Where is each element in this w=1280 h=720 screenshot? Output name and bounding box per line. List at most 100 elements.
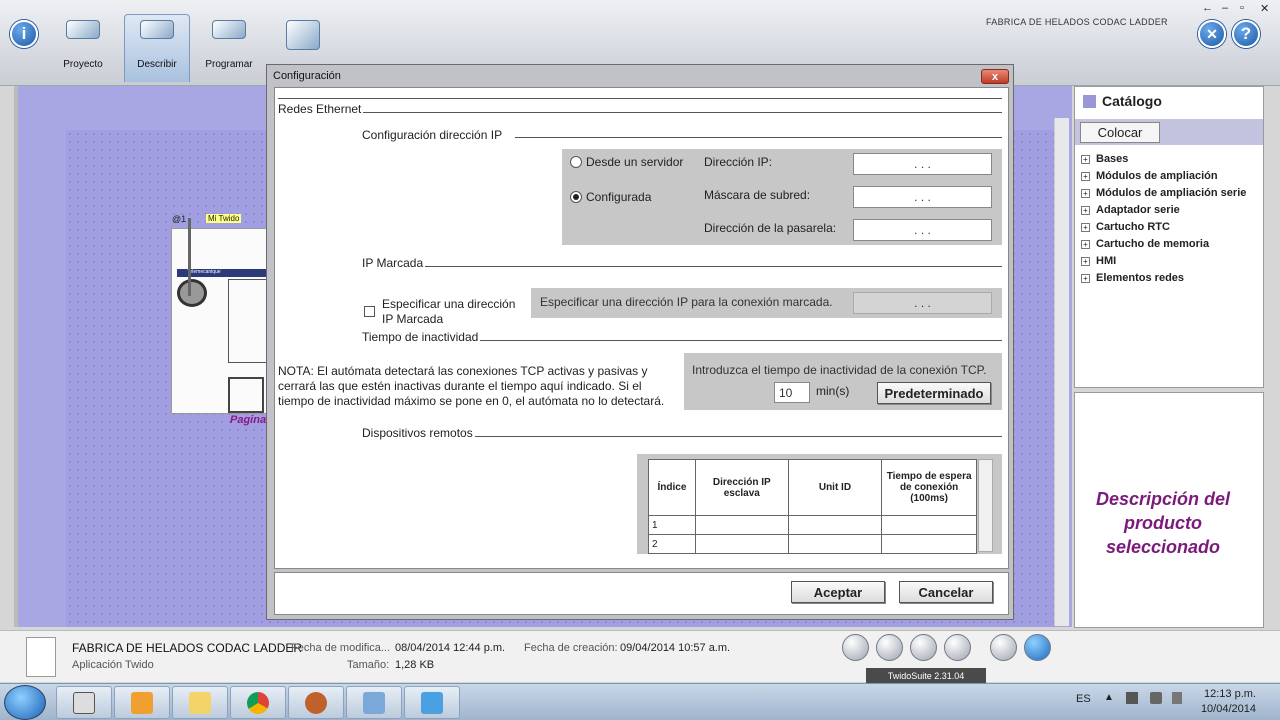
gateway-field[interactable]: . . . [853, 219, 992, 241]
dialed-ip-field[interactable]: . . . [853, 292, 992, 314]
volume-icon[interactable] [1150, 692, 1162, 704]
table-scrollbar[interactable] [978, 459, 993, 552]
catalog-item-cartucho-memoria[interactable]: + Cartucho de memoria [1081, 238, 1209, 250]
project-info-bar: FABRICA DE HELADOS CODAC LADDER Aplicaci… [0, 630, 1280, 682]
page-label: Pagina [230, 414, 267, 426]
table-cell[interactable] [694, 534, 789, 554]
dialed-ip-checkbox[interactable] [364, 306, 375, 317]
project-type: Aplicación Twido [72, 659, 154, 671]
catalog-item-cartucho-rtc[interactable]: + Cartucho RTC [1081, 221, 1170, 233]
table-cell[interactable] [787, 534, 883, 554]
taskbar-twidosuite[interactable] [346, 686, 402, 719]
subnet-mask-field[interactable]: . . . [853, 186, 992, 208]
power-icon[interactable] [1172, 692, 1182, 704]
table-cell[interactable] [881, 515, 977, 535]
taskbar-explorer[interactable] [172, 686, 228, 719]
cancel-button[interactable]: Cancelar [899, 581, 993, 603]
clock-date[interactable]: 10/04/2014 [1200, 703, 1256, 715]
table-row[interactable]: 1 [648, 515, 977, 535]
plc-label[interactable]: Mi Twido [206, 214, 242, 223]
programar-icon [212, 20, 246, 39]
tab-programar[interactable]: Programar [204, 18, 254, 70]
catalog-item-hmi[interactable]: + HMI [1081, 255, 1116, 267]
clock-time[interactable]: 12:13 p.m. [1200, 688, 1256, 700]
table-header: Unit ID [787, 459, 883, 516]
section-ethernet: Redes Ethernet [278, 102, 364, 116]
tools-icon[interactable]: ✕ [1198, 20, 1226, 48]
table-cell[interactable] [881, 534, 977, 554]
catalog-item-modulos-ampliacion[interactable]: + Módulos de ampliación [1081, 170, 1218, 182]
tray-arrow-icon[interactable]: ▲ [1104, 692, 1114, 703]
dialog-close-icon[interactable]: x [981, 69, 1009, 84]
workspace-scrollbar[interactable] [1054, 118, 1069, 626]
radio-circle-selected[interactable] [570, 191, 582, 203]
catalog-icon [1083, 94, 1096, 108]
expand-icon[interactable]: + [1081, 239, 1090, 249]
radio-from-server[interactable]: Desde un servidor [570, 155, 683, 169]
tools-nav-icon[interactable] [990, 634, 1017, 661]
section-dialed-ip: IP Marcada [362, 256, 424, 270]
twidosuite-icon [363, 691, 385, 714]
catalog-title: Catálogo [1083, 93, 1162, 109]
back-window-icon[interactable]: ← [1202, 2, 1213, 14]
help-icon[interactable]: ? [1232, 20, 1260, 48]
timeout-unit: min(s) [816, 384, 850, 398]
radio-configured[interactable]: Configurada [570, 190, 651, 204]
plc-device[interactable]: Telemecanique [171, 228, 271, 414]
taskbar-media-player[interactable] [114, 686, 170, 719]
ethernet-connector-icon [177, 279, 207, 307]
version-label: TwidoSuite 2.31.04 [866, 668, 986, 684]
dialog-footer: Aceptar Cancelar [274, 572, 1009, 615]
table-cell[interactable]: 1 [648, 515, 696, 535]
catalog-item-bases[interactable]: + Bases [1081, 153, 1128, 165]
expand-icon[interactable]: + [1081, 188, 1090, 198]
radio-circle[interactable] [570, 156, 582, 168]
description-panel: Descripción del producto seleccionado [1074, 392, 1264, 628]
app-title: FABRICA DE HELADOS CODAC LADDER [986, 17, 1168, 27]
plc-brand: Telemecanique [177, 269, 271, 277]
tab-describir[interactable]: Describir [132, 18, 182, 70]
table-row[interactable]: 2 [648, 534, 977, 554]
expand-icon[interactable]: + [1081, 256, 1090, 266]
transfer-icon[interactable] [944, 634, 971, 661]
product-description: Descripción del producto seleccionado [1095, 489, 1231, 557]
catalog-item-elementos-redes[interactable]: + Elementos redes [1081, 272, 1184, 284]
taskbar-chrome[interactable] [230, 686, 286, 719]
timeout-input[interactable]: 10 [774, 382, 810, 403]
tab-depurar[interactable] [278, 18, 328, 70]
default-button[interactable]: Predeterminado [877, 382, 991, 404]
network-icon[interactable] [1126, 692, 1138, 704]
info-icon[interactable]: i [10, 20, 38, 48]
table-cell[interactable] [787, 515, 883, 535]
table-cell[interactable] [694, 515, 789, 535]
taskbar-glove[interactable] [288, 686, 344, 719]
save-icon[interactable] [910, 634, 937, 661]
expand-icon[interactable]: + [1081, 154, 1090, 164]
plc-module [228, 279, 268, 363]
document-icon[interactable] [1024, 634, 1051, 661]
close-window-icon[interactable]: ✕ [1260, 2, 1269, 15]
maximize-icon[interactable]: ▫ [1240, 2, 1244, 14]
tab-proyecto[interactable]: Proyecto [58, 18, 108, 70]
calculator-icon [73, 691, 95, 714]
table-header: Tiempo de espera de conexión (100ms) [881, 459, 977, 516]
catalog-item-adaptador-serie[interactable]: + Adaptador serie [1081, 204, 1180, 216]
forward-nav-icon[interactable] [876, 634, 903, 661]
taskbar-calculator[interactable] [56, 686, 112, 719]
expand-icon[interactable]: + [1081, 205, 1090, 215]
table-cell[interactable]: 2 [648, 534, 696, 554]
expand-icon[interactable]: + [1081, 222, 1090, 232]
colocar-button[interactable]: Colocar [1080, 122, 1160, 143]
taskbar-remote[interactable] [404, 686, 460, 719]
back-nav-icon[interactable] [842, 634, 869, 661]
start-button-icon[interactable] [4, 685, 46, 720]
language-indicator[interactable]: ES [1076, 693, 1091, 705]
catalog-item-modulos-serie[interactable]: + Módulos de ampliación serie [1081, 187, 1246, 199]
expand-icon[interactable]: + [1081, 171, 1090, 181]
accept-button[interactable]: Aceptar [791, 581, 885, 603]
expand-icon[interactable]: + [1081, 273, 1090, 283]
section-remote: Dispositivos remotos [362, 426, 473, 440]
created-label: Fecha de creación: [524, 642, 618, 654]
minimize-icon[interactable]: – [1222, 2, 1228, 14]
ip-address-field[interactable]: . . . [853, 153, 992, 175]
